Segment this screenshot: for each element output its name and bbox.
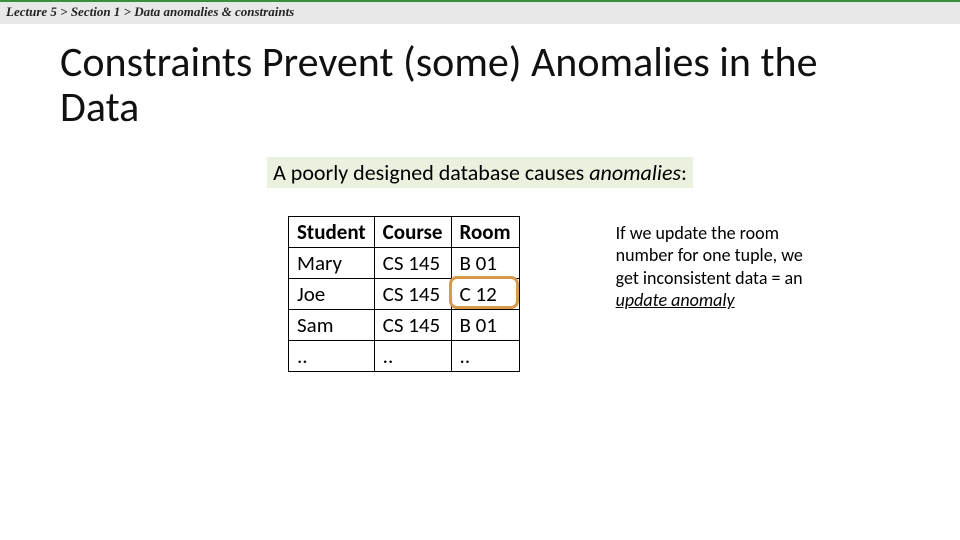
col-room: Room [451,216,519,247]
cell-course: .. [374,340,451,371]
table-row: Sam CS 145 B 01 [289,309,520,340]
slide-body: Constraints Prevent (some) Anomalies in … [0,24,960,540]
breadcrumb-sep: > [124,4,131,19]
annotation-emph: update anomaly [616,289,735,311]
cell-room: B 01 [451,309,519,340]
table-header-row: Student Course Room [289,216,520,247]
subtitle-row: A poorly designed database causes anomal… [60,157,900,188]
cell-student: .. [289,340,375,371]
cell-course: CS 145 [374,309,451,340]
table-row: Joe CS 145 C 12 [289,278,520,309]
table-row: .. .. .. [289,340,520,371]
subtitle: A poorly designed database causes anomal… [267,157,693,188]
annotation-note: If we update the room number for one tup… [616,222,826,312]
subtitle-text: A poorly designed database causes [273,159,589,186]
cell-room: .. [451,340,519,371]
col-student: Student [289,216,375,247]
table-wrap: Student Course Room Mary CS 145 B 01 Joe… [288,216,520,372]
breadcrumb-topic: Data anomalies & constraints [134,4,294,19]
cell-student: Sam [289,309,375,340]
content-row: Student Course Room Mary CS 145 B 01 Joe… [60,216,900,372]
annotation-text: If we update the room number for one tup… [616,222,803,289]
cell-student: Mary [289,247,375,278]
col-course: Course [374,216,451,247]
table-row: Mary CS 145 B 01 [289,247,520,278]
breadcrumb: Lecture 5 > Section 1 > Data anomalies &… [0,0,960,24]
breadcrumb-lecture: Lecture 5 [6,4,57,19]
anomaly-table: Student Course Room Mary CS 145 B 01 Joe… [288,216,520,372]
cell-course: CS 145 [374,278,451,309]
breadcrumb-section: Section 1 [71,4,120,19]
cell-student: Joe [289,278,375,309]
slide-title: Constraints Prevent (some) Anomalies in … [60,40,900,131]
breadcrumb-sep: > [60,4,67,19]
subtitle-emph: anomalies [589,159,681,186]
cell-course: CS 145 [374,247,451,278]
cell-room-highlighted: C 12 [451,278,519,309]
subtitle-tail: : [681,159,687,186]
cell-room: B 01 [451,247,519,278]
